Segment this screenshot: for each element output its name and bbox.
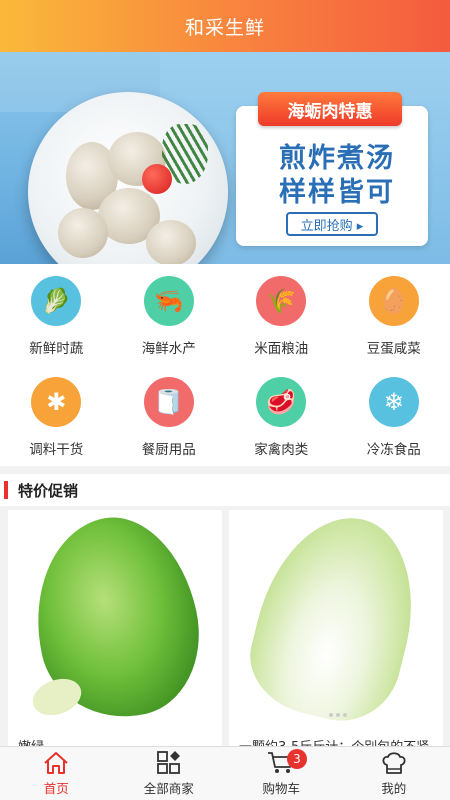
category-seafood[interactable]: 🦐 海鲜水产 bbox=[113, 264, 226, 365]
product-image-lettuce bbox=[8, 510, 222, 733]
egg-icon: 🥚 bbox=[368, 276, 419, 326]
tab-mine[interactable]: 我的 bbox=[338, 747, 450, 800]
product-name: 嫩绿 bbox=[18, 736, 214, 746]
oyster-image bbox=[58, 208, 108, 258]
image-pagination bbox=[329, 713, 347, 717]
category-label: 调料干货 bbox=[29, 442, 84, 458]
product-image-cabbage bbox=[229, 510, 443, 734]
category-label: 海鲜水产 bbox=[141, 341, 196, 357]
category-label: 豆蛋咸菜 bbox=[366, 341, 421, 357]
promo-headline-2: 样样皆可 bbox=[279, 177, 395, 208]
promo-tag: 海蛎肉特惠 bbox=[258, 92, 402, 126]
tab-cart[interactable]: 3 购物车 bbox=[225, 747, 338, 800]
product-card[interactable]: 一颗约3-5斤斤计：个别包的不紧 bbox=[229, 510, 443, 746]
image-dot bbox=[336, 713, 340, 717]
section-title: 特价促销 bbox=[18, 481, 79, 500]
shrimp-icon: 🦐 bbox=[143, 276, 194, 326]
cart-count-badge: 3 bbox=[287, 749, 307, 769]
vegetable-icon: 🥬 bbox=[31, 276, 82, 326]
cabbage-image bbox=[238, 510, 434, 734]
product-name: 一颗约3-5斤斤计：个别包的不紧 bbox=[239, 736, 435, 746]
buy-now-button[interactable]: 立即抢购 ▸ bbox=[286, 212, 378, 236]
promo-banner[interactable]: 海蛎肉特惠 煎炸煮汤 样样皆可 立即抢购 ▸ bbox=[0, 52, 450, 264]
category-label: 米面粮油 bbox=[254, 341, 309, 357]
product-list: 嫩绿 一颗约3-5斤斤计：个别包的不紧 bbox=[0, 506, 450, 746]
category-kitchen-supplies[interactable]: 🧻 餐厨用品 bbox=[113, 365, 226, 466]
tab-label: 我的 bbox=[381, 781, 407, 796]
app-title: 和采生鲜 bbox=[184, 16, 265, 39]
meat-icon: 🥩 bbox=[256, 377, 307, 427]
category-poultry-meat[interactable]: 🥩 家禽肉类 bbox=[225, 365, 338, 466]
category-label: 冷冻食品 bbox=[366, 442, 421, 458]
category-label: 家禽肉类 bbox=[254, 442, 309, 458]
image-dot bbox=[343, 713, 347, 717]
rice-bag-icon: 🌾 bbox=[256, 276, 307, 326]
chef-hat-icon bbox=[380, 750, 408, 776]
tab-label: 首页 bbox=[43, 781, 69, 796]
image-dot bbox=[329, 713, 333, 717]
category-spices-dry-goods[interactable]: ✱ 调料干货 bbox=[0, 365, 113, 466]
tissue-icon: 🧻 bbox=[143, 377, 194, 427]
tab-all-merchants[interactable]: 全部商家 bbox=[113, 747, 226, 800]
tab-label: 购物车 bbox=[262, 781, 300, 796]
app-header: 和采生鲜 bbox=[0, 0, 450, 52]
tab-home[interactable]: 首页 bbox=[0, 747, 113, 800]
tomato-garnish-image bbox=[142, 164, 172, 194]
spice-icon: ✱ bbox=[31, 377, 82, 427]
category-label: 餐厨用品 bbox=[141, 442, 196, 458]
home-icon bbox=[42, 750, 70, 776]
all-merchants-icon bbox=[155, 750, 183, 776]
category-grain-oil[interactable]: 🌾 米面粮油 bbox=[225, 264, 338, 365]
product-card[interactable]: 嫩绿 bbox=[8, 510, 222, 746]
oyster-image bbox=[146, 220, 196, 264]
category-fresh-vegetables[interactable]: 🥬 新鲜时蔬 bbox=[0, 264, 113, 365]
category-label: 新鲜时蔬 bbox=[29, 341, 84, 357]
special-offer-header: 特价促销 bbox=[0, 474, 450, 506]
tab-label: 全部商家 bbox=[143, 781, 194, 796]
frozen-food-icon: ❄ bbox=[368, 377, 419, 427]
category-beans-eggs-pickles[interactable]: 🥚 豆蛋咸菜 bbox=[338, 264, 450, 365]
category-grid: 🥬 新鲜时蔬 🦐 海鲜水产 🌾 米面粮油 🥚 豆蛋咸菜 ✱ 调料干货 🧻 餐厨用… bbox=[0, 264, 450, 466]
section-accent-bar bbox=[4, 481, 8, 499]
bottom-tab-bar: 首页 全部商家 3 购物车 我的 bbox=[0, 746, 450, 800]
category-frozen-food[interactable]: ❄ 冷冻食品 bbox=[338, 365, 450, 466]
